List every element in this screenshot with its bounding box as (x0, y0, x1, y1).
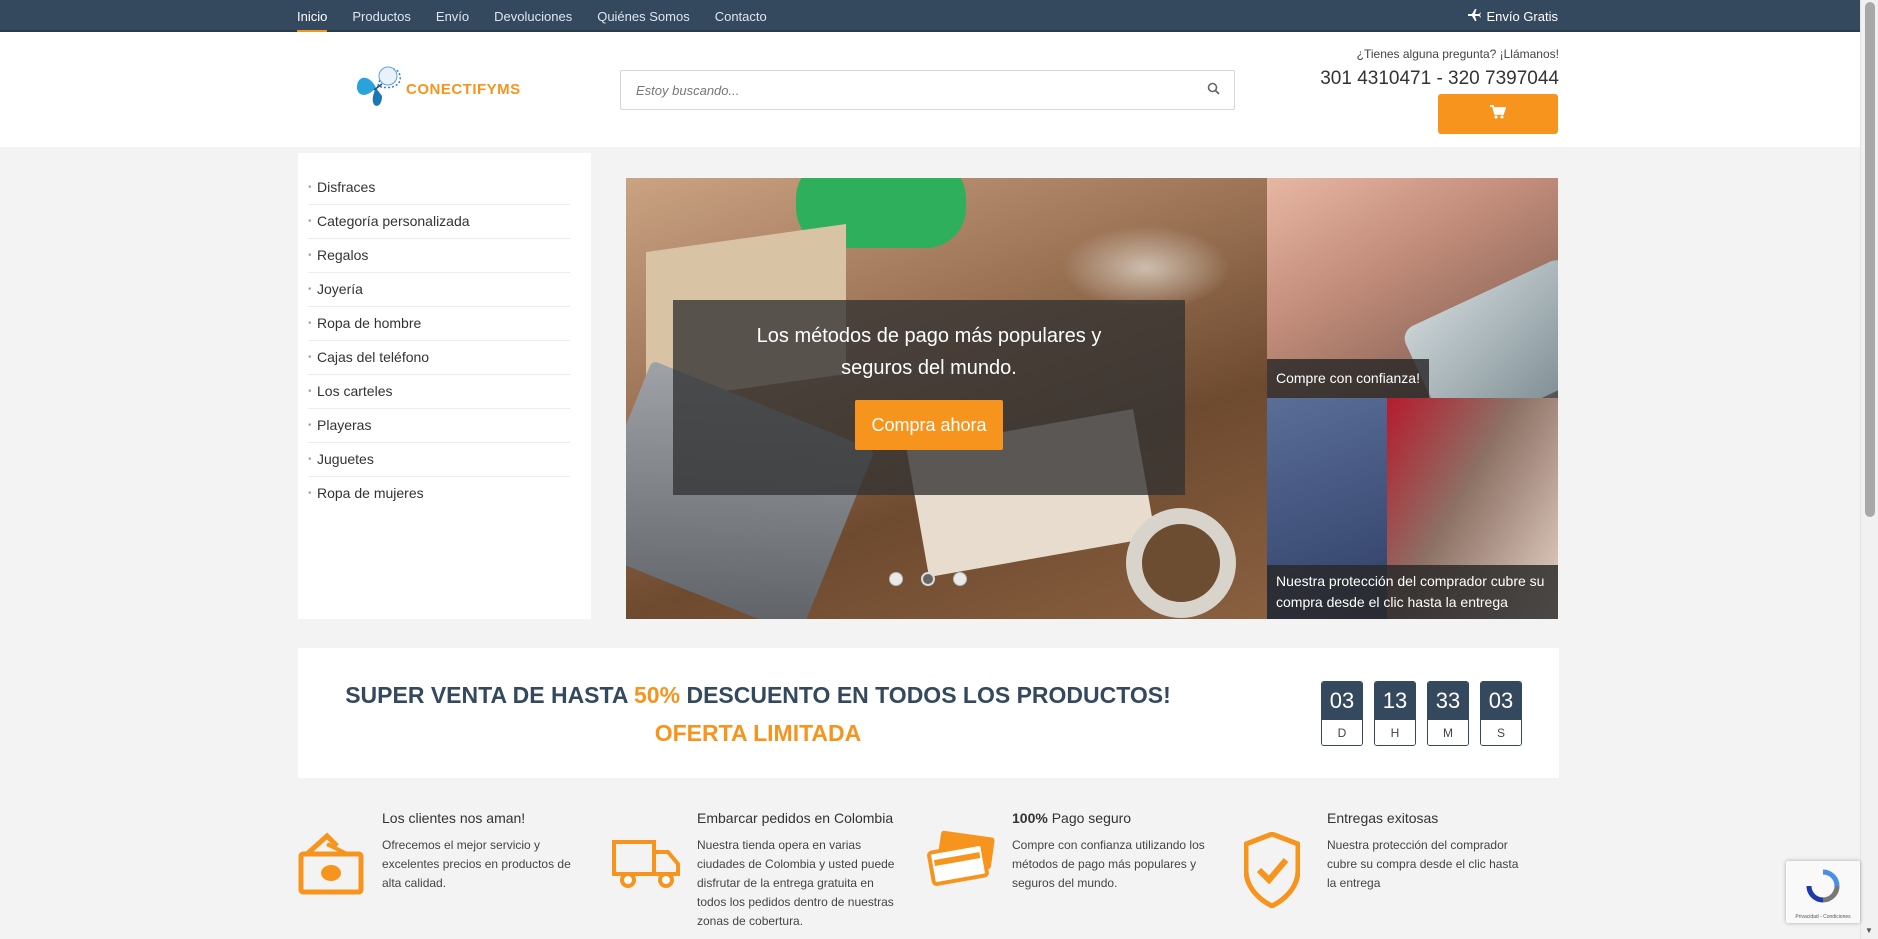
shield-check-icon (1243, 831, 1301, 913)
countdown-seconds: 03 S (1480, 681, 1522, 746)
slider-dot-active[interactable] (921, 572, 935, 586)
promo-caption: Nuestra protección del comprador cubre s… (1267, 565, 1558, 619)
nav-devoluciones[interactable]: Devoluciones (494, 0, 572, 32)
promo-banner-protection[interactable]: Nuestra protección del comprador cubre s… (1267, 398, 1558, 619)
category-item[interactable]: Juguetes (308, 443, 570, 477)
countdown-hours: 13 H (1374, 681, 1416, 746)
category-item[interactable]: Cajas del teléfono (308, 341, 570, 375)
sale-banner: SUPER VENTA DE HASTA 50% DESCUENTO EN TO… (298, 648, 1559, 778)
sale-text-part: DESCUENTO EN TODOS LOS PRODUCTOS! (680, 682, 1171, 708)
nav-inicio[interactable]: Inicio (297, 0, 328, 32)
site-header: CONECTIFYMS ¿Tienes alguna pregunta? ¡Ll… (0, 32, 1860, 147)
nav-productos[interactable]: Productos (352, 0, 411, 32)
countdown-label: M (1428, 720, 1468, 745)
recaptcha-logo-icon (1806, 869, 1840, 908)
feature-text: Compre con confianza utilizando los méto… (1012, 838, 1205, 890)
countdown-label: S (1481, 720, 1521, 745)
countdown-value: 03 (1481, 682, 1521, 720)
slider-dots (889, 572, 967, 586)
recaptcha-badge[interactable]: Privacidad - Condiciones (1786, 861, 1860, 923)
category-sidebar: Disfraces Categoría personalizada Regalo… (298, 153, 591, 619)
scroll-down-arrow-icon[interactable]: ▼ (1865, 926, 1873, 935)
top-nav: Inicio Productos Envío Devoluciones Quié… (297, 0, 767, 32)
countdown-minutes: 33 M (1427, 681, 1469, 746)
category-item[interactable]: Disfraces (308, 171, 570, 205)
countdown-value: 33 (1428, 682, 1468, 720)
credit-card-icon (927, 830, 997, 895)
sale-limited: OFERTA LIMITADA (654, 720, 862, 746)
shop-now-button[interactable]: Compra ahora (855, 400, 1003, 450)
feature-title-bold: 100% (1012, 810, 1048, 826)
category-list: Disfraces Categoría personalizada Regalo… (308, 171, 570, 511)
sale-percent: 50% (634, 682, 681, 708)
money-icon (297, 830, 365, 903)
cart-button[interactable] (1438, 94, 1558, 134)
category-item[interactable]: Los carteles (308, 375, 570, 409)
features-row: Los clientes nos aman! Ofrecemos el mejo… (297, 800, 1559, 939)
countdown-value: 13 (1375, 682, 1415, 720)
cart-icon (1490, 104, 1507, 124)
hero-slider[interactable]: Los métodos de pago más populares y segu… (626, 178, 1267, 619)
logo[interactable]: CONECTIFYMS (352, 62, 521, 117)
butterfly-logo-icon (352, 62, 404, 117)
category-item[interactable]: Playeras (308, 409, 570, 443)
feature-title: 100% Pago seguro (1012, 810, 1131, 826)
logo-text: CONECTIFYMS (406, 81, 521, 98)
feature-title: Los clientes nos aman! (382, 810, 526, 826)
feature-title-rest: Pago seguro (1047, 810, 1132, 826)
countdown-value: 03 (1322, 682, 1362, 720)
promo-caption: Compre con confianza! (1267, 359, 1429, 398)
feature-text: Nuestra tienda opera en varias ciudades … (697, 838, 895, 928)
plane-icon (1467, 0, 1482, 34)
category-item[interactable]: Categoría personalizada (308, 205, 570, 239)
nav-contacto[interactable]: Contacto (715, 0, 767, 32)
truck-icon (612, 830, 682, 895)
countdown-days: 03 D (1321, 681, 1363, 746)
search-box (620, 70, 1235, 110)
feature-text: Nuestra protección del comprador cubre s… (1327, 838, 1519, 890)
slider-dot[interactable] (953, 572, 967, 586)
feature-text: Ofrecemos el mejor servicio y excelentes… (382, 838, 571, 890)
nav-envio[interactable]: Envío (436, 0, 469, 32)
category-item[interactable]: Joyería (308, 273, 570, 307)
countdown-timer: 03 D 13 H 33 M 03 S (1321, 681, 1522, 746)
scrollbar-thumb[interactable] (1865, 2, 1875, 517)
category-item[interactable]: Ropa de mujeres (308, 477, 570, 511)
sale-headline: SUPER VENTA DE HASTA 50% DESCUENTO EN TO… (338, 676, 1178, 752)
slider-caption: Los métodos de pago más populares y segu… (673, 300, 1185, 495)
countdown-label: H (1375, 720, 1415, 745)
feature-title: Embarcar pedidos en Colombia (697, 810, 894, 826)
phone-number[interactable]: 301 4310471 - 320 7397044 (1320, 68, 1559, 90)
free-shipping-link[interactable]: Envío Gratis (1467, 0, 1558, 34)
slider-dot[interactable] (889, 572, 903, 586)
category-item[interactable]: Regalos (308, 239, 570, 273)
countdown-label: D (1322, 720, 1362, 745)
nav-quienes-somos[interactable]: Quiénes Somos (597, 0, 690, 32)
promo-banner-confidence[interactable]: Compre con confianza! (1267, 178, 1558, 398)
search-icon[interactable] (1207, 82, 1220, 100)
page-scrollbar[interactable]: ▼ (1860, 0, 1878, 939)
slider-photo-tape (1126, 508, 1236, 618)
sale-text-part: SUPER VENTA DE HASTA (345, 682, 635, 708)
free-shipping-label: Envío Gratis (1486, 9, 1558, 24)
recaptcha-text: Privacidad - Condiciones (1795, 914, 1851, 920)
top-bar: Inicio Productos Envío Devoluciones Quié… (0, 0, 1860, 32)
feature-title: Entregas exitosas (1327, 810, 1439, 826)
call-prompt: ¿Tienes alguna pregunta? ¡Llámanos! (1356, 47, 1559, 61)
slider-title: Los métodos de pago más populares y segu… (756, 325, 1102, 379)
search-input[interactable] (621, 71, 1181, 109)
category-item[interactable]: Ropa de hombre (308, 307, 570, 341)
